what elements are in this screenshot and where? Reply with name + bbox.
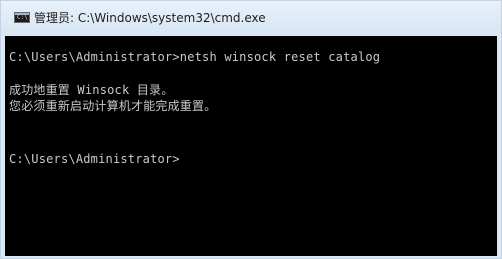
output-line-2: 您必须重新启动计算机才能完成重置。 bbox=[9, 99, 217, 113]
cmd-window: C:\ 管理员: C:\Windows\system32\cmd.exe C:\… bbox=[0, 0, 502, 259]
title-bar[interactable]: C:\ 管理员: C:\Windows\system32\cmd.exe bbox=[1, 1, 501, 36]
cmd-icon[interactable]: C:\ bbox=[14, 12, 30, 23]
console-area[interactable]: C:\Users\Administrator>netsh winsock res… bbox=[5, 36, 497, 256]
output-line-1: 成功地重置 Winsock 目录。 bbox=[9, 83, 174, 97]
window-title: 管理员: C:\Windows\system32\cmd.exe bbox=[34, 11, 266, 25]
prompt-line: C:\Users\Administrator> bbox=[9, 152, 180, 166]
command-line: C:\Users\Administrator>netsh winsock res… bbox=[9, 50, 381, 64]
